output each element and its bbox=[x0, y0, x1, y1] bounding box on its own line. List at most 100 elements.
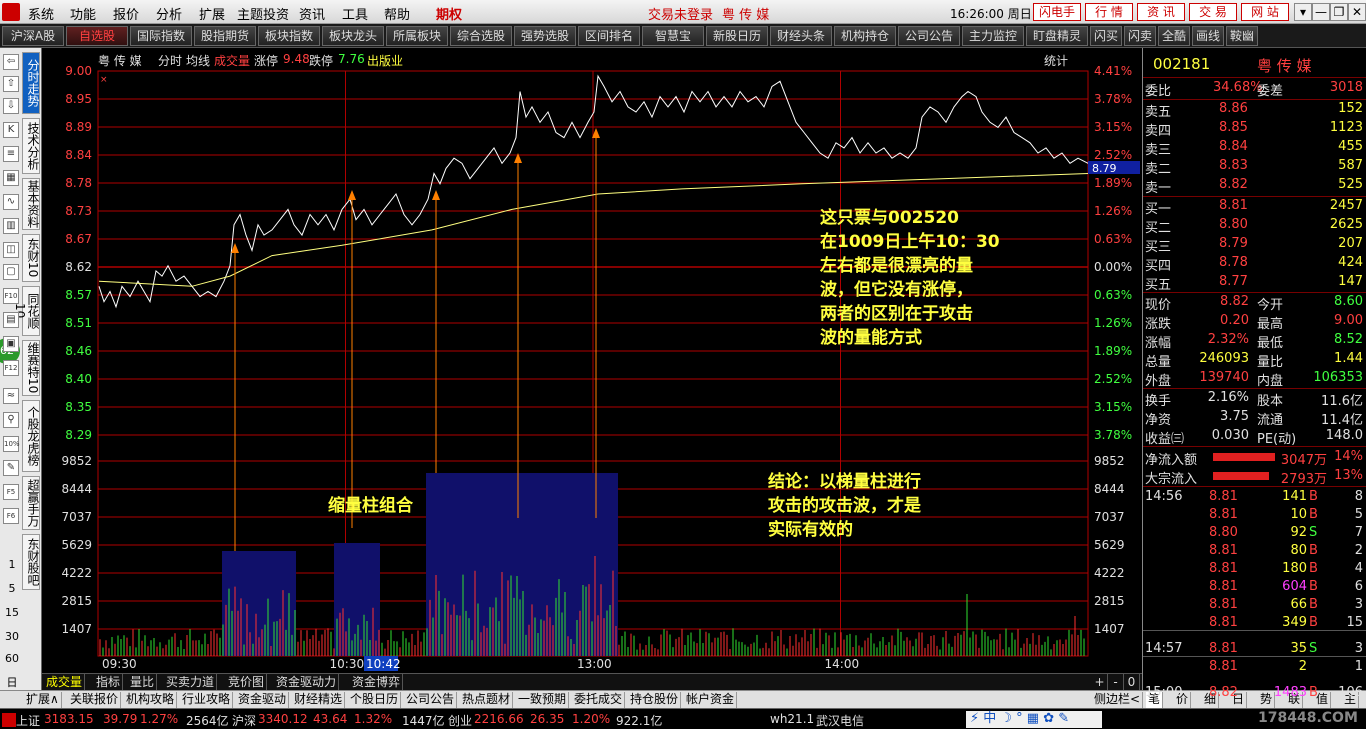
menu-analysis[interactable]: 分析 bbox=[156, 4, 182, 23]
line-chart-icon[interactable]: ∿ bbox=[3, 194, 19, 210]
toolbar-button[interactable]: 智慧宝 bbox=[642, 26, 704, 46]
menu-help[interactable]: 帮助 bbox=[384, 4, 410, 23]
toolbar-button[interactable]: 鞍幽 bbox=[1226, 26, 1258, 46]
toolbar-button[interactable]: 盯盘精灵 bbox=[1026, 26, 1088, 46]
toolbar-button[interactable]: 股指期货 bbox=[194, 26, 256, 46]
period-button[interactable]: 15 bbox=[2, 606, 22, 619]
period-button[interactable]: 1 bbox=[2, 558, 22, 571]
sidebar-tab[interactable]: 基本资料 bbox=[22, 178, 40, 230]
toolbar-button[interactable]: 板块指数 bbox=[258, 26, 320, 46]
website-button[interactable]: 网 站 bbox=[1241, 3, 1289, 21]
sidebar-tab[interactable]: 东财10 bbox=[22, 234, 40, 282]
bottom-tab[interactable]: 关联报价 bbox=[68, 692, 122, 708]
f10-icon[interactable]: F10 bbox=[3, 288, 19, 304]
chart-canvas[interactable]: 9.00 4.41%8.95 3.78%8.89 3.15%8.84 2.52%8.78… bbox=[42, 48, 1142, 673]
chart-tab[interactable]: 资金博弈 bbox=[350, 674, 404, 690]
sell-level-row[interactable]: 卖二 8.83 587 bbox=[1143, 157, 1366, 177]
f6-icon[interactable]: F6 bbox=[3, 508, 19, 524]
ime-toolbar[interactable]: ⚡ 中 ☽ ° ▦ ✿ ✎ bbox=[966, 711, 1102, 728]
sell-level-row[interactable]: 卖三 8.84 455 bbox=[1143, 138, 1366, 158]
arrow-left-icon[interactable]: ⇦ bbox=[3, 54, 19, 70]
chart-tab[interactable]: 指标 bbox=[94, 674, 124, 690]
toolbar-button[interactable]: 沪深A股 bbox=[2, 26, 64, 46]
buy-level-row[interactable]: 买一 8.81 2457 bbox=[1143, 197, 1366, 217]
menu-function[interactable]: 功能 bbox=[70, 4, 96, 23]
sell-level-row[interactable]: 卖五 8.86 152 bbox=[1143, 100, 1366, 120]
bottom-tab[interactable]: 一致预期 bbox=[516, 692, 570, 708]
toolbar-button[interactable]: 自选股 bbox=[66, 26, 128, 46]
bottom-tab[interactable]: 机构攻略 bbox=[124, 692, 178, 708]
menu-options[interactable]: 期权 bbox=[436, 4, 462, 23]
zoom-icon[interactable]: ⚲ bbox=[3, 412, 19, 428]
buy-level-row[interactable]: 买二 8.80 2625 bbox=[1143, 216, 1366, 236]
toolbar-button[interactable]: 国际指数 bbox=[130, 26, 192, 46]
chart-tab[interactable]: 资金驱动力 bbox=[274, 674, 340, 690]
chart-tab[interactable]: 买卖力道 bbox=[164, 674, 218, 690]
toolbar-button[interactable]: 财经头条 bbox=[770, 26, 832, 46]
bottom-tab[interactable]: 公司公告 bbox=[404, 692, 458, 708]
arrow-up-icon[interactable]: ⇧ bbox=[3, 76, 19, 92]
sidebar-tab[interactable]: 个股龙虎榜 bbox=[22, 400, 40, 472]
toolbar-button[interactable]: 机构持仓 bbox=[834, 26, 896, 46]
flash-trade-button[interactable]: 闪电手 bbox=[1033, 3, 1081, 21]
grid-icon[interactable]: ▦ bbox=[3, 170, 19, 186]
sh-label[interactable]: 上证 bbox=[16, 712, 40, 729]
wave-icon[interactable]: ≈ bbox=[3, 388, 19, 404]
trade-button[interactable]: 交 易 bbox=[1189, 3, 1237, 21]
cy-label[interactable]: 创业 bbox=[448, 712, 472, 729]
candle-icon[interactable]: ◫ bbox=[3, 242, 19, 258]
period-button[interactable]: 5 bbox=[2, 582, 22, 595]
intraday-chart[interactable]: 9.00 4.41% 8.95 3.78% 8.89 3.15% 8.84 2.52% 8.78… bbox=[42, 48, 1142, 673]
toolbar-button[interactable]: 新股日历 bbox=[706, 26, 768, 46]
menu-news[interactable]: 资讯 bbox=[299, 4, 325, 23]
hs-label[interactable]: 沪深 bbox=[232, 712, 256, 729]
sidebar-tab[interactable]: 东财股吧 bbox=[22, 534, 40, 590]
chart-tab[interactable]: 量比 bbox=[128, 674, 158, 690]
chart-tab[interactable]: 竞价图 bbox=[226, 674, 268, 690]
k-icon[interactable]: K bbox=[3, 122, 19, 138]
toolbar-button[interactable]: 画线 bbox=[1192, 26, 1224, 46]
sidebar-tab[interactable]: 技术分析 bbox=[22, 118, 40, 174]
window-icon[interactable]: ▢ bbox=[3, 264, 19, 280]
toolbar-button[interactable]: 主力监控 bbox=[962, 26, 1024, 46]
pencil-icon[interactable]: ✎ bbox=[3, 460, 19, 476]
toolbar-button[interactable]: 板块龙头 bbox=[322, 26, 384, 46]
bottom-tab[interactable]: 扩展∧ bbox=[24, 692, 62, 708]
f5-icon[interactable]: F5 bbox=[3, 484, 19, 500]
bar-chart-icon[interactable]: ▥ bbox=[3, 218, 19, 234]
buy-level-row[interactable]: 买五 8.77 147 bbox=[1143, 273, 1366, 293]
menu-quote[interactable]: 报价 bbox=[113, 4, 139, 23]
side-panel-tab[interactable]: 侧边栏< bbox=[1092, 692, 1144, 708]
doc-icon[interactable]: ▤ bbox=[3, 312, 19, 328]
chart-zoom-control[interactable]: - bbox=[1108, 674, 1124, 690]
toolbar-button[interactable]: 综合选股 bbox=[450, 26, 512, 46]
bottom-tab[interactable]: 资金驱动 bbox=[236, 692, 290, 708]
bottom-tab[interactable]: 个股日历 bbox=[348, 692, 402, 708]
buy-level-row[interactable]: 买三 8.79 207 bbox=[1143, 235, 1366, 255]
buy-level-row[interactable]: 买四 8.78 424 bbox=[1143, 254, 1366, 274]
bottom-tab[interactable]: 持仓股份 bbox=[628, 692, 682, 708]
bottom-tab[interactable]: 委托成交 bbox=[572, 692, 626, 708]
dropdown-icon[interactable]: ▾ bbox=[1294, 3, 1312, 21]
close-icon[interactable]: ✕ bbox=[1348, 3, 1366, 21]
period-button[interactable]: 日 bbox=[2, 674, 22, 690]
percent-icon[interactable]: 10% bbox=[3, 436, 20, 452]
toolbar-button[interactable]: 所属板块 bbox=[386, 26, 448, 46]
bottom-tab[interactable]: 帐户资金 bbox=[684, 692, 738, 708]
sell-level-row[interactable]: 卖一 8.82 525 bbox=[1143, 176, 1366, 196]
industry-label[interactable]: 出版业 bbox=[367, 52, 403, 69]
chart-zoom-control[interactable]: 0 bbox=[1124, 674, 1140, 690]
toolbar-button[interactable]: 强势选股 bbox=[514, 26, 576, 46]
period-button[interactable]: 30 bbox=[2, 630, 22, 643]
f12-icon[interactable]: F12 bbox=[3, 360, 19, 376]
bottom-tab[interactable]: 热点题材 bbox=[460, 692, 514, 708]
menu-theme-invest[interactable]: 主题投资 bbox=[237, 4, 289, 23]
sidebar-tab[interactable]: 分时走势 bbox=[22, 52, 40, 114]
chart-tab[interactable]: 成交量 bbox=[44, 674, 86, 690]
arrow-down-icon[interactable]: ⇩ bbox=[3, 98, 19, 114]
bottom-tab[interactable]: 行业攻略 bbox=[180, 692, 234, 708]
news-button[interactable]: 资 讯 bbox=[1137, 3, 1185, 21]
restore-icon[interactable]: ❐ bbox=[1330, 3, 1348, 21]
list-icon[interactable]: ≡ bbox=[3, 146, 19, 162]
toolbar-button[interactable]: 公司公告 bbox=[898, 26, 960, 46]
